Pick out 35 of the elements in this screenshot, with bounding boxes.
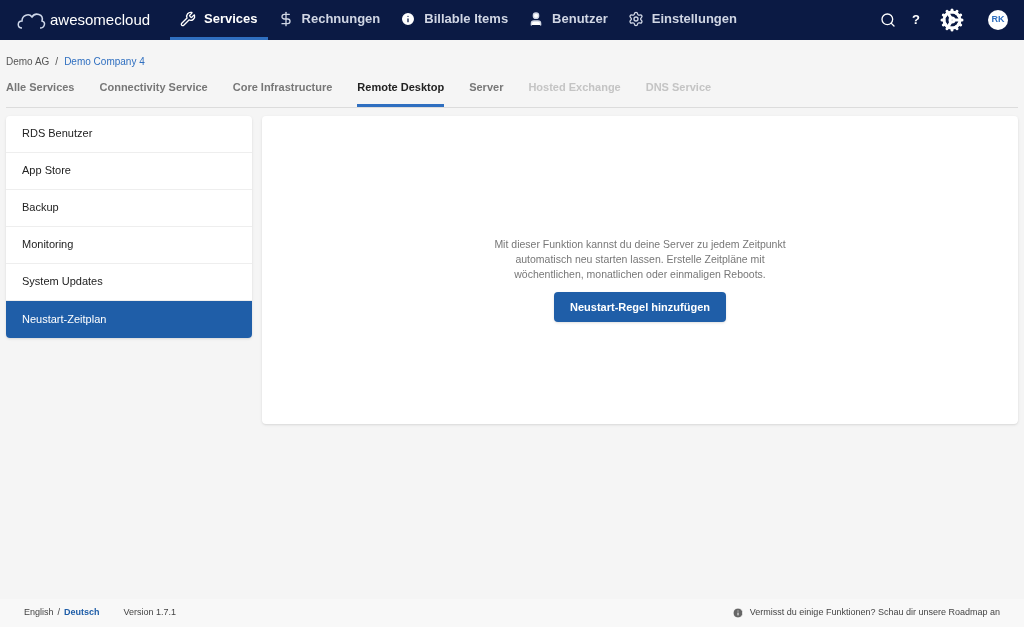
sidebar-item[interactable]: RDS Benutzer bbox=[6, 115, 252, 153]
nav-item[interactable]: Services bbox=[170, 0, 268, 40]
nav-item[interactable]: Billable Items bbox=[390, 0, 519, 40]
user-avatar[interactable]: RK bbox=[988, 10, 1008, 30]
language-link[interactable]: Deutsch bbox=[64, 606, 100, 620]
help-icon[interactable]: ? bbox=[912, 10, 920, 30]
sidebar-item[interactable]: App Store bbox=[6, 152, 252, 190]
gear-icon bbox=[627, 10, 644, 27]
breadcrumb-link[interactable]: Demo Company 4 bbox=[64, 54, 145, 69]
sidebar-item[interactable]: Neustart-Zeitplan bbox=[6, 300, 252, 338]
description-text: Mit dieser Funktion kannst du deine Server zu jedem Zeitpunkt automatisch neu starten lassen. Erstelle Zeitpläne mit wöchentlichen, monatlichen oder einmaligen Reboots. bbox=[493, 237, 787, 282]
service-tab[interactable]: Core Infrastructure bbox=[232, 79, 333, 107]
breadcrumb-link[interactable]: Demo AG bbox=[6, 54, 50, 69]
search-icon[interactable] bbox=[880, 12, 897, 28]
service-tab[interactable]: Alle Services bbox=[6, 79, 75, 107]
add-rule-button[interactable]: Neustart-Regel hinzufügen bbox=[554, 292, 726, 322]
roadmap-notice[interactable]: Vermisst du einige Funktionen? Schau dir unsere Roadmap an bbox=[749, 606, 1000, 620]
info-icon bbox=[400, 10, 417, 27]
service-tab[interactable]: Server bbox=[469, 79, 504, 107]
sidebar-item[interactable]: Backup bbox=[6, 189, 252, 227]
wrench-icon bbox=[180, 10, 197, 27]
sidebar-item[interactable]: Monitoring bbox=[6, 226, 252, 264]
version-text: Version 1.7.1 bbox=[123, 606, 177, 620]
nav-item[interactable]: Benutzer bbox=[518, 0, 618, 40]
language-link[interactable]: English bbox=[24, 606, 54, 620]
service-tab[interactable]: Remote Desktop bbox=[357, 79, 445, 107]
sidebar-item[interactable]: System Updates bbox=[6, 263, 252, 301]
info-icon bbox=[731, 607, 744, 619]
nav-item[interactable]: Rechnungen bbox=[267, 0, 391, 40]
language-separator: / bbox=[57, 606, 61, 620]
breadcrumb-separator: / bbox=[55, 55, 59, 69]
service-tab[interactable]: Connectivity Service bbox=[99, 79, 208, 107]
nav-item[interactable]: Einstellungen bbox=[617, 0, 747, 40]
brand-name: awesomecloud bbox=[50, 9, 151, 30]
cloud-logo-icon bbox=[16, 10, 46, 30]
